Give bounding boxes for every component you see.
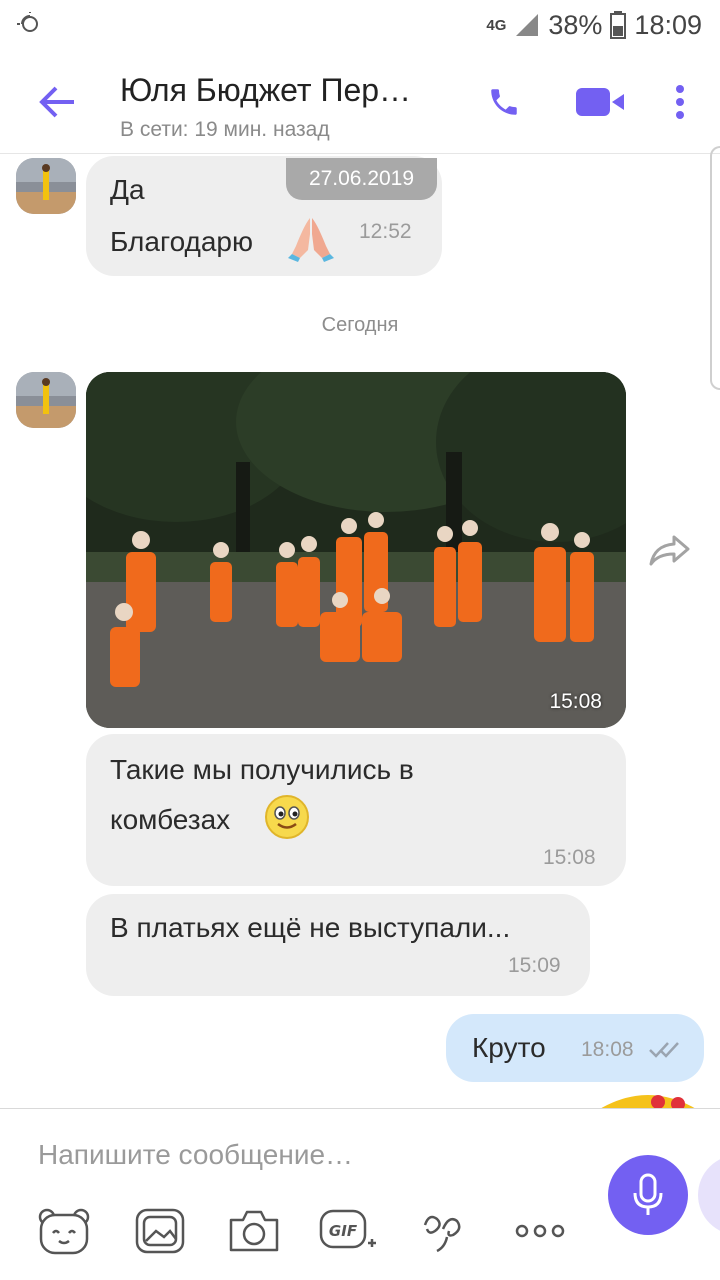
share-arrow-icon: [649, 535, 690, 566]
sticker-button[interactable]: [34, 1201, 94, 1261]
voice-call-button[interactable]: [484, 82, 524, 122]
gif-button[interactable]: GIF: [318, 1201, 378, 1261]
message-composer: Напишите сообщение… GIF: [0, 1108, 720, 1280]
more-horizontal-icon: [515, 1224, 565, 1238]
battery-percent: 38%: [548, 9, 603, 40]
arrow-left-icon: [39, 86, 74, 118]
message-text: В платьях ещё не выступали...: [110, 912, 511, 943]
message-time: 15:08: [543, 846, 596, 869]
avatar[interactable]: [16, 372, 76, 428]
message-bubble-outgoing[interactable]: Круто 18:08: [446, 1014, 704, 1082]
camera-icon: [229, 1210, 279, 1252]
clock: 18:09: [634, 9, 702, 40]
svg-text:GIF: GIF: [329, 1222, 358, 1240]
date-separator: 27.06.2019: [286, 158, 437, 200]
network-indicator: 4G: [486, 16, 507, 34]
more-options-button[interactable]: [666, 80, 694, 124]
message-bubble[interactable]: В платьях ещё не выступали... 15:09: [86, 894, 590, 996]
message-text: Да: [110, 174, 145, 205]
scroll-indicator[interactable]: [710, 146, 720, 390]
message-bubble[interactable]: Такие мы получились в комбезах 15:08: [86, 734, 626, 886]
message-text: комбезах: [110, 804, 231, 835]
message-text: Такие мы получились в: [110, 754, 414, 785]
video-call-button[interactable]: [572, 84, 628, 120]
forward-button[interactable]: [646, 530, 694, 570]
message-text: Круто: [472, 1032, 546, 1063]
chat-header: Юля Бюджет Пер… В сети: 19 мин. назад: [0, 50, 720, 154]
gallery-icon: [135, 1208, 185, 1254]
send-options-button[interactable]: [698, 1155, 720, 1235]
weather-icon: [17, 12, 38, 32]
more-attachments-button[interactable]: [510, 1201, 570, 1261]
contact-name[interactable]: Юля Бюджет Пер…: [120, 72, 411, 109]
gallery-button[interactable]: [130, 1201, 190, 1261]
camera-button[interactable]: [224, 1201, 284, 1261]
message-time: 15:09: [508, 954, 561, 977]
message-time: 15:08: [549, 690, 602, 713]
sticker-icon: [598, 1095, 698, 1110]
smiling-face-emoji-icon: [265, 795, 309, 839]
group-photo: [86, 372, 626, 728]
presence-status: В сети: 19 мин. назад: [120, 118, 330, 141]
doodle-icon: [423, 1215, 461, 1253]
double-check-icon: [649, 1042, 679, 1058]
video-camera-icon: [576, 88, 624, 116]
message-text: Благодарю: [110, 226, 254, 257]
status-bar: 4G 38% 18:09: [0, 0, 720, 50]
message-input[interactable]: Напишите сообщение…: [38, 1139, 353, 1171]
message-time: 12:52: [359, 220, 412, 243]
avatar[interactable]: [16, 158, 76, 214]
phone-icon: [491, 89, 517, 115]
day-separator: Сегодня: [321, 314, 399, 336]
doodle-button[interactable]: [414, 1201, 474, 1261]
signal-icon: [516, 14, 539, 36]
voice-message-button[interactable]: [608, 1155, 688, 1235]
bear-sticker-icon: [38, 1208, 90, 1255]
back-button[interactable]: [30, 82, 84, 122]
kebab-menu-icon: [676, 85, 684, 119]
microphone-icon: [633, 1173, 663, 1215]
photo-message[interactable]: 15:08: [86, 372, 626, 728]
battery-icon: [610, 11, 627, 39]
praying-hands-emoji-icon: [288, 218, 334, 262]
gif-icon: GIF: [319, 1209, 376, 1249]
message-time: 18:08: [581, 1038, 634, 1061]
